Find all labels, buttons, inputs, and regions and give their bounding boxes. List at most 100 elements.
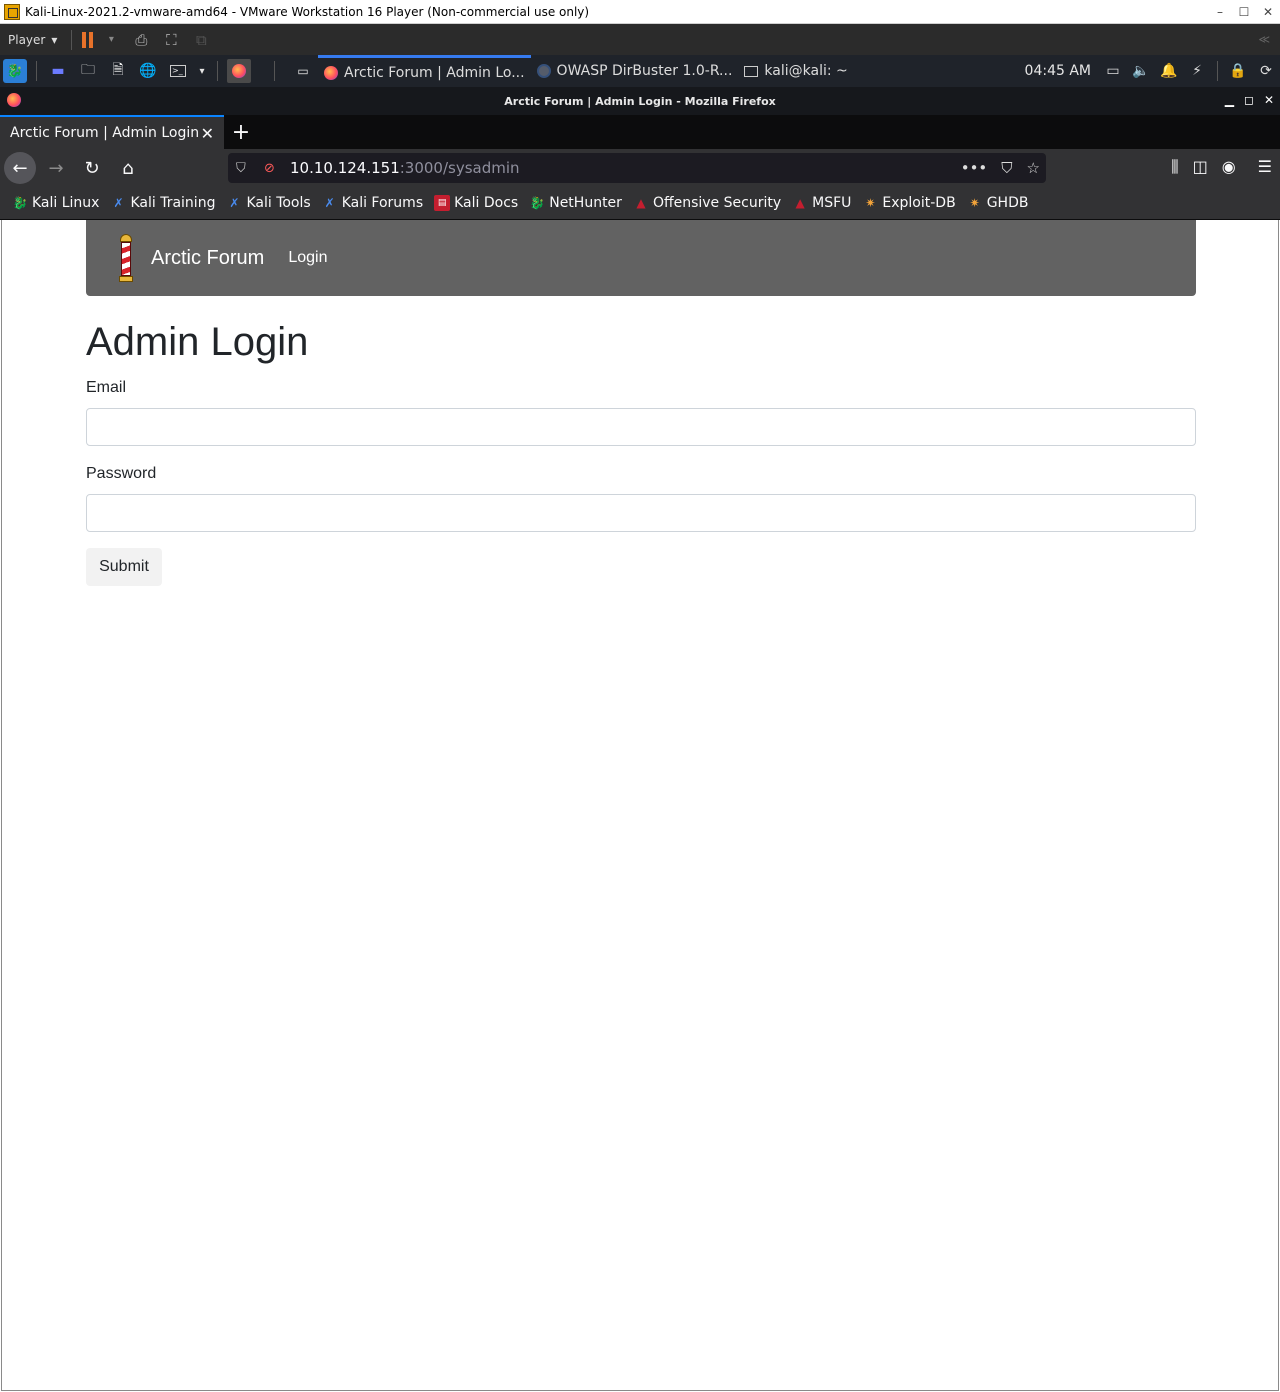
kali-icon: 🐉 (12, 196, 28, 210)
kali-training-icon: ✗ (113, 196, 124, 210)
kali-menu-icon[interactable]: 🐉 (3, 59, 27, 83)
pause-icon[interactable] (82, 31, 96, 48)
home-icon: ⌂ (122, 157, 134, 179)
task-label: Arctic Forum | Admin Lo... (344, 64, 525, 81)
panel-divider (274, 61, 275, 81)
notification-bell-icon[interactable]: 🔔 (1158, 63, 1180, 79)
nethunter-icon: 🐉 (529, 196, 545, 210)
collapse-icon[interactable]: ≪ (1258, 33, 1270, 46)
display-icon[interactable]: ▭ (1102, 63, 1124, 79)
offsec-icon: ▲ (636, 196, 646, 210)
bookmark-kali-linux[interactable]: 🐉 Kali Linux (12, 195, 100, 211)
reload-button[interactable]: ↻ (76, 152, 108, 184)
account-icon[interactable]: ◉ (1222, 157, 1236, 177)
bookmark-kali-docs[interactable]: ▤ Kali Docs (434, 195, 518, 211)
volume-icon[interactable]: 🔈 (1130, 63, 1152, 79)
url-bar[interactable]: ⛉ ⊘ 10.10.124.151:3000/sysadmin ••• ⛉ ☆ (228, 153, 1046, 183)
bookmark-label: Kali Tools (246, 195, 311, 211)
firefox-launcher-icon[interactable] (227, 59, 251, 83)
clock[interactable]: 04:45 AM (1025, 63, 1091, 79)
terminal-icon[interactable]: >_ (166, 59, 190, 83)
vmware-window-controls: – ☐ ✕ (1208, 5, 1280, 19)
task-label: kali@kali: ~ (764, 63, 848, 79)
tab-title: Arctic Forum | Admin Login (10, 125, 200, 141)
kali-taskbar: 🐉 ▬ 🗀 🗎 🌐 >_ ▾ ▭ Arctic Forum | Admin Lo… (0, 55, 1280, 87)
power-manager-icon[interactable]: ⚡ (1186, 63, 1208, 79)
page-actions-icon[interactable]: ••• (961, 159, 988, 177)
web-browser-icon[interactable]: 🌐 (136, 59, 160, 83)
toolbar-divider (71, 29, 73, 50)
minimize-button[interactable]: – (1208, 5, 1232, 19)
site-brand-link[interactable]: Arctic Forum (151, 247, 264, 270)
firefox-icon (324, 65, 338, 80)
bookmark-label: Kali Linux (32, 195, 100, 211)
url-actions: ••• ⛉ ☆ (961, 159, 1040, 177)
maximize-button[interactable]: ☐ (1232, 5, 1256, 19)
send-ctrl-alt-del-icon[interactable]: ⎙ (131, 30, 151, 50)
submit-button[interactable]: Submit (86, 548, 162, 586)
close-button[interactable]: ✕ (1256, 5, 1280, 19)
url-host: 10.10.124.151 (290, 159, 400, 177)
bookmark-kali-forums[interactable]: ✗ Kali Forums (322, 195, 423, 211)
reload-icon: ↻ (84, 157, 100, 179)
task-firefox[interactable]: Arctic Forum | Admin Lo... (318, 55, 531, 87)
bookmark-label: NetHunter (549, 195, 622, 211)
bookmark-exploit-db[interactable]: ✷ Exploit-DB (862, 195, 955, 211)
bookmark-kali-training[interactable]: ✗ Kali Training (110, 195, 215, 211)
show-desktop-icon[interactable]: ▬ (46, 59, 70, 83)
tab-admin-login[interactable]: Arctic Forum | Admin Login ✕ (0, 115, 224, 149)
workspace-icon[interactable]: ▭ (291, 59, 315, 83)
bookmark-ghdb[interactable]: ✷ GHDB (967, 195, 1029, 211)
owasp-icon (536, 64, 551, 78)
toolbar-right: ⫼ ◫ ◉ ☰ (1171, 157, 1272, 177)
vmware-title-bar: Kali-Linux-2021.2-vmware-amd64 - VMware … (0, 0, 1280, 24)
bookmark-offensive-security[interactable]: ▲ Offensive Security (633, 195, 781, 211)
msfu-icon: ▲ (795, 196, 805, 210)
bookmark-star-icon[interactable]: ☆ (1027, 159, 1040, 177)
nav-login-link[interactable]: Login (288, 249, 327, 267)
text-editor-icon[interactable]: 🗎 (106, 59, 130, 83)
task-dirbuster[interactable]: OWASP DirBuster 1.0-R... (531, 55, 739, 87)
plus-icon: + (231, 119, 251, 145)
close-icon[interactable]: ✕ (1264, 93, 1274, 107)
minimize-icon[interactable]: ▁ (1225, 93, 1234, 107)
insecure-connection-icon[interactable]: ⊘ (264, 161, 278, 176)
bookmark-nethunter[interactable]: 🐉 NetHunter (529, 195, 622, 211)
lock-icon[interactable]: 🔒 (1227, 63, 1249, 79)
player-menu-button[interactable]: Player ▾ (0, 33, 65, 47)
back-button[interactable]: ← (4, 152, 36, 184)
page-title: Admin Login (86, 320, 309, 364)
kali-forums-icon: ✗ (324, 196, 335, 210)
pocket-icon[interactable]: ⛉ (1001, 159, 1012, 177)
forward-button[interactable]: → (40, 152, 72, 184)
hamburger-menu-icon[interactable]: ☰ (1258, 157, 1272, 177)
kali-tools-icon: ✗ (229, 196, 240, 210)
password-field[interactable] (86, 494, 1196, 532)
logout-icon[interactable]: ⟳ (1255, 63, 1277, 79)
unity-icon[interactable]: ⧉ (191, 30, 211, 50)
file-manager-icon[interactable]: 🗀 (76, 59, 100, 83)
maximize-icon[interactable]: ◻ (1244, 93, 1254, 107)
bookmark-label: GHDB (986, 195, 1029, 211)
barber-pole-logo-icon[interactable] (119, 234, 133, 282)
home-button[interactable]: ⌂ (112, 152, 144, 184)
close-tab-icon[interactable]: ✕ (201, 124, 214, 143)
vmware-logo-icon (4, 3, 20, 20)
email-field[interactable] (86, 408, 1196, 446)
fullscreen-icon[interactable]: ⛶ (161, 30, 181, 50)
task-terminal[interactable]: kali@kali: ~ (738, 55, 853, 87)
email-label: Email (86, 379, 127, 396)
bookmark-label: Exploit-DB (882, 195, 956, 211)
page-viewport: Arctic Forum Login Admin Login Email Pas… (1, 220, 1279, 1391)
chevron-down-icon[interactable]: ▾ (196, 59, 208, 83)
chevron-down-icon[interactable]: ▾ (101, 30, 121, 50)
library-icon[interactable]: ⫼ (1171, 157, 1178, 177)
panel-divider (217, 61, 218, 81)
bookmark-kali-tools[interactable]: ✗ Kali Tools (226, 195, 310, 211)
new-tab-button[interactable]: + (224, 115, 258, 149)
bookmark-msfu[interactable]: ▲ MSFU (792, 195, 852, 211)
tracking-protection-shield-icon[interactable]: ⛉ (236, 161, 250, 176)
firefox-icon (7, 93, 21, 107)
sidebar-icon[interactable]: ◫ (1193, 157, 1208, 177)
bookmarks-toolbar: 🐉 Kali Linux ✗ Kali Training ✗ Kali Tool… (0, 187, 1280, 220)
